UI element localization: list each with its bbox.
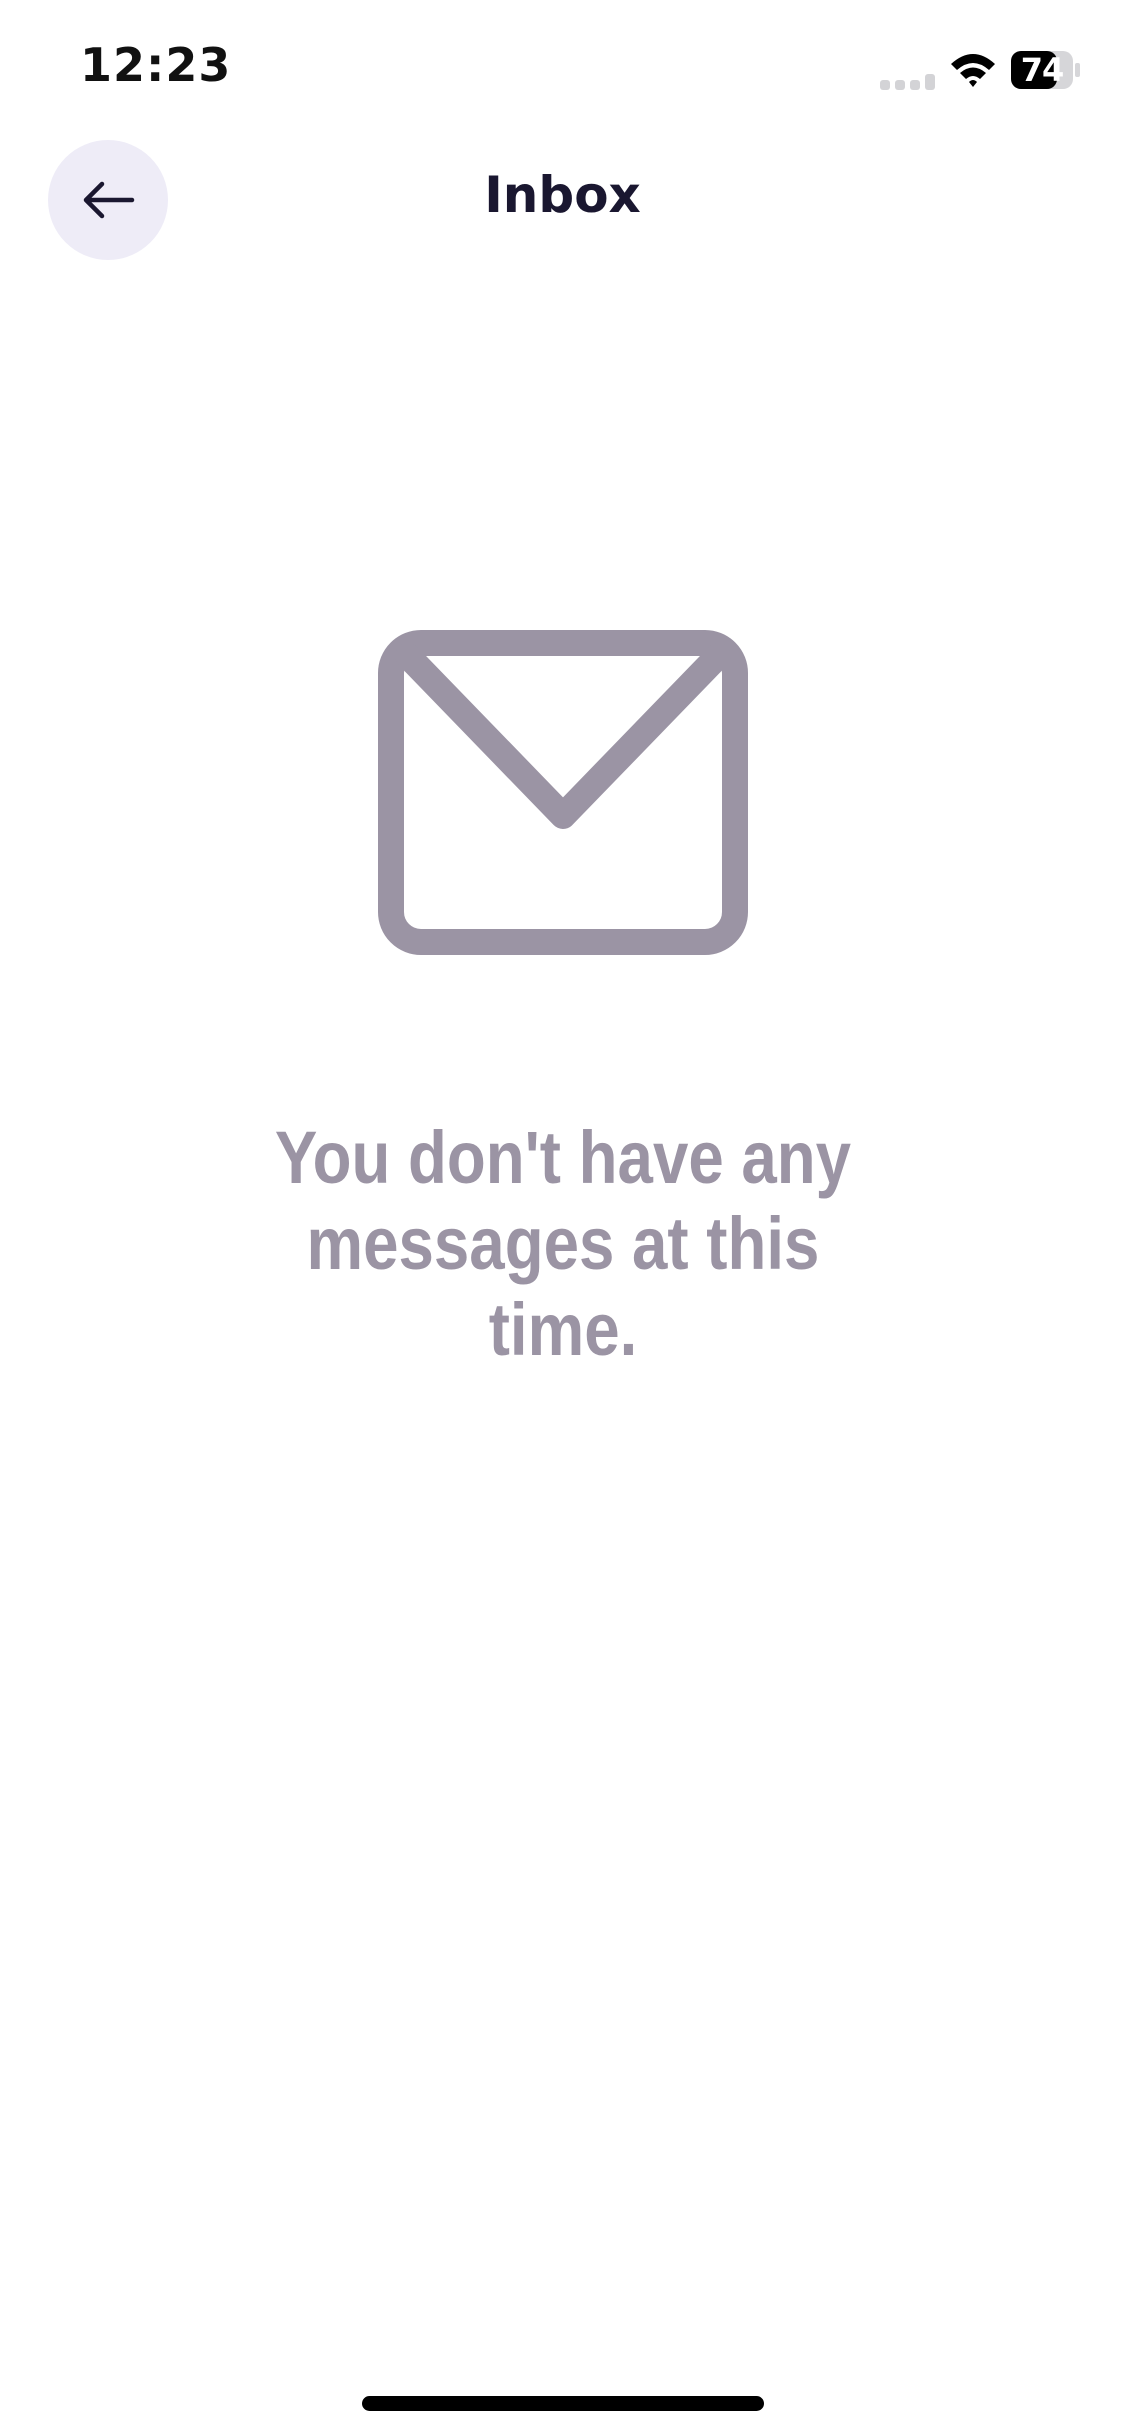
page-title: Inbox <box>484 166 641 224</box>
mail-icon <box>377 630 748 955</box>
nav-header: Inbox <box>0 140 1125 260</box>
empty-state-message: You don't have any messages at this time… <box>274 1116 851 1371</box>
status-time: 12:23 <box>80 38 232 92</box>
home-indicator[interactable] <box>362 2396 764 2411</box>
status-bar: 12:23 74 <box>0 0 1125 140</box>
empty-state: You don't have any messages at this time… <box>0 630 1125 1373</box>
battery-level-text: 74 <box>1020 51 1065 89</box>
signal-icon <box>880 74 935 90</box>
wifi-icon <box>951 54 995 87</box>
